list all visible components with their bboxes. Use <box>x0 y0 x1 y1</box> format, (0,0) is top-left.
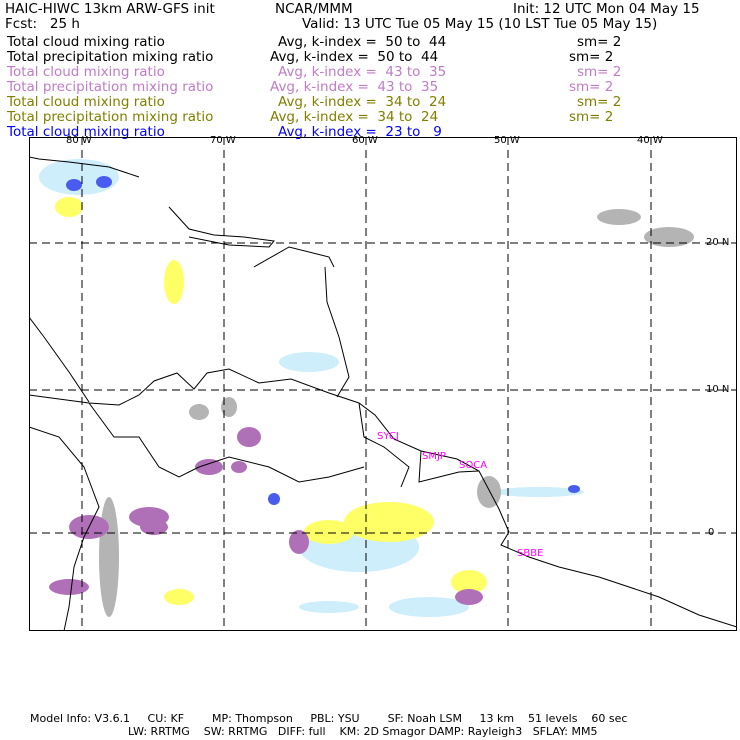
field-blob <box>455 589 483 605</box>
legend-range: Avg, k-index = 50 to 44 <box>278 34 447 50</box>
field-blob <box>268 493 280 505</box>
legend-range: Avg, k-index = 50 to 44 <box>270 49 439 65</box>
field-blob <box>304 520 354 544</box>
legend-smooth: sm= 2 <box>569 79 614 95</box>
field-blob <box>231 461 247 473</box>
legend-range: Avg, k-index = 34 to 24 <box>278 94 447 110</box>
model-info-line1: Model Info: V3.6.1 CU: KF MP: Thompson P… <box>30 712 628 725</box>
field-blob <box>164 260 184 304</box>
station-label: SYCJ <box>377 431 399 442</box>
model-title: HAIC-HIWC 13km ARW-GFS init <box>5 1 215 17</box>
field-blob <box>189 404 209 420</box>
field-blob <box>99 497 119 617</box>
org-label: NCAR/MMM <box>275 1 353 17</box>
station-label: SBBE <box>517 548 544 559</box>
legend-range: Avg, k-index = 34 to 24 <box>270 109 439 125</box>
field-blob <box>289 530 309 554</box>
legend-smooth: sm= 2 <box>577 64 622 80</box>
field-blob <box>66 179 82 191</box>
field-blob <box>299 601 359 613</box>
field-blob <box>568 485 580 493</box>
forecast-hour: Fcst: 25 h <box>5 16 80 32</box>
field-blob <box>49 579 89 595</box>
legend-field: Total cloud mixing ratio <box>7 64 165 80</box>
field-blob <box>221 397 237 417</box>
field-blob <box>344 502 434 542</box>
field-blob <box>164 589 194 605</box>
init-time: Init: 12 UTC Mon 04 May 15 <box>513 1 700 17</box>
station-label: SMJP <box>422 451 446 462</box>
legend-field: Total precipitation mixing ratio <box>7 49 214 65</box>
field-blob <box>55 197 83 217</box>
legend-smooth: sm= 2 <box>577 34 622 50</box>
legend-field: Total precipitation mixing ratio <box>7 109 214 125</box>
legend-range: Avg, k-index = 43 to 35 <box>270 79 439 95</box>
model-info-line2: LW: RRTMG SW: RRTMG DIFF: full KM: 2D Sm… <box>128 725 598 738</box>
valid-time: Valid: 13 UTC Tue 05 May 15 (10 LST Tue … <box>302 16 658 32</box>
legend-smooth: sm= 2 <box>569 109 614 125</box>
legend-range: Avg, k-index = 43 to 35 <box>278 64 447 80</box>
field-blob <box>279 352 339 372</box>
field-blob <box>597 209 641 225</box>
legend-smooth: sm= 2 <box>569 49 614 65</box>
legend-field: Total precipitation mixing ratio <box>7 79 214 95</box>
legend-field: Total cloud mixing ratio <box>7 34 165 50</box>
station-label: SOCA <box>459 460 488 471</box>
field-blob <box>96 176 112 188</box>
field-blob <box>237 427 261 447</box>
field-blob <box>477 476 501 508</box>
legend-field: Total cloud mixing ratio <box>7 94 165 110</box>
weather-map <box>29 137 737 631</box>
legend-smooth: sm= 2 <box>577 94 622 110</box>
